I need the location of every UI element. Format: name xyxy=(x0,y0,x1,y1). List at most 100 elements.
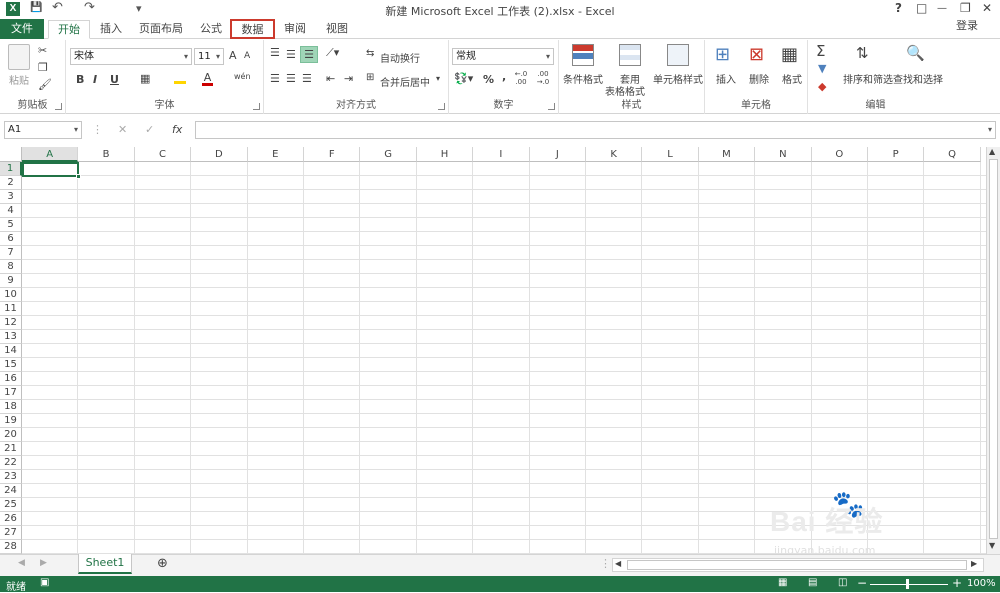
orientation-icon[interactable]: ⟋▾ xyxy=(326,46,339,60)
column-header[interactable]: A xyxy=(22,147,79,162)
row-header[interactable]: 10 xyxy=(0,288,22,302)
login-link[interactable]: 登录 xyxy=(950,17,984,36)
zoom-in-icon[interactable]: + xyxy=(952,576,962,590)
wrap-text-icon[interactable]: ⇆ xyxy=(366,48,374,59)
scroll-right-icon[interactable]: ▶ xyxy=(971,559,977,568)
font-name-select[interactable]: 宋体 ▾ xyxy=(70,48,192,65)
column-header[interactable]: L xyxy=(642,147,699,162)
column-header[interactable]: O xyxy=(811,147,868,162)
increase-indent-icon[interactable]: ⇥ xyxy=(344,72,353,85)
border-icon[interactable]: ▦ xyxy=(140,72,150,85)
column-header[interactable]: B xyxy=(78,147,135,162)
zoom-slider[interactable] xyxy=(870,584,948,585)
insert-cells-button[interactable]: 插入 xyxy=(716,71,736,86)
scroll-up-icon[interactable]: ▲ xyxy=(989,147,995,156)
cut-icon[interactable]: ✂ xyxy=(38,44,47,57)
row-header[interactable]: 14 xyxy=(0,344,22,358)
alignment-launcher[interactable] xyxy=(438,103,445,110)
tab-insert[interactable]: 插入 xyxy=(92,20,130,39)
increase-decimal-button[interactable]: ←.0 .00 xyxy=(511,70,531,86)
help-button[interactable]: ? xyxy=(895,1,902,15)
wrap-text-button[interactable]: 自动换行 xyxy=(380,50,420,65)
row-header[interactable]: 22 xyxy=(0,456,22,470)
insert-function-button[interactable]: fx xyxy=(172,123,182,136)
font-color-button[interactable]: A xyxy=(202,72,213,86)
align-right-icon[interactable]: ☰ xyxy=(302,72,312,85)
macro-record-icon[interactable]: ▣ xyxy=(40,577,49,588)
conditional-format-button[interactable]: 条件格式 xyxy=(563,71,603,86)
ribbon-display-button[interactable]: □ xyxy=(916,1,927,15)
percent-button[interactable]: % xyxy=(483,73,494,86)
paste-button[interactable]: 粘贴 xyxy=(9,72,29,87)
number-launcher[interactable] xyxy=(548,103,555,110)
row-header[interactable]: 6 xyxy=(0,232,22,246)
row-header[interactable]: 9 xyxy=(0,274,22,288)
delete-cells-button[interactable]: 删除 xyxy=(749,71,769,86)
close-button[interactable]: ✕ xyxy=(982,1,992,15)
number-format-select[interactable]: 常规 ▾ xyxy=(452,48,554,65)
zoom-out-icon[interactable]: − xyxy=(857,576,867,590)
align-center-icon[interactable]: ☰ xyxy=(286,72,296,85)
column-header[interactable]: G xyxy=(360,147,417,162)
find-select-button[interactable]: 查找和选择 xyxy=(893,71,943,86)
row-header[interactable]: 11 xyxy=(0,302,22,316)
cell-styles-button[interactable]: 单元格样式 xyxy=(653,71,703,86)
paste-icon[interactable] xyxy=(8,44,30,70)
column-header[interactable]: Q xyxy=(924,147,981,162)
row-header[interactable]: 2 xyxy=(0,176,22,190)
vertical-scrollbar[interactable]: ▲ ▼ xyxy=(986,147,1000,554)
row-header[interactable]: 4 xyxy=(0,204,22,218)
sort-filter-icon[interactable]: ⇅ xyxy=(856,44,869,62)
underline-button[interactable]: U xyxy=(110,73,119,86)
align-left-icon[interactable]: ☰ xyxy=(270,72,280,85)
tab-split-icon[interactable]: ⋮ xyxy=(600,557,611,570)
column-header[interactable]: K xyxy=(586,147,643,162)
tab-formulas[interactable]: 公式 xyxy=(192,20,230,39)
tab-page-layout[interactable]: 页面布局 xyxy=(134,20,188,39)
horizontal-scroll-thumb[interactable] xyxy=(627,560,967,570)
delete-cells-icon[interactable]: ⊠ xyxy=(749,44,764,65)
add-sheet-icon[interactable]: ⊕ xyxy=(157,556,168,571)
font-launcher[interactable] xyxy=(253,103,260,110)
sheet-tab[interactable]: Sheet1 xyxy=(78,554,132,574)
column-header[interactable]: E xyxy=(247,147,304,162)
scroll-left-icon[interactable]: ◀ xyxy=(615,559,621,568)
row-header[interactable]: 17 xyxy=(0,386,22,400)
accounting-icon[interactable]: 💱▾ xyxy=(454,72,473,85)
row-header[interactable]: 12 xyxy=(0,316,22,330)
comma-button[interactable]: , xyxy=(502,70,506,83)
column-header[interactable]: N xyxy=(755,147,812,162)
active-cell[interactable] xyxy=(22,162,79,177)
align-top-icon[interactable]: ☰ xyxy=(270,46,280,59)
fill-icon[interactable]: ▼ xyxy=(818,62,826,75)
row-header[interactable]: 18 xyxy=(0,400,22,414)
column-header[interactable]: H xyxy=(416,147,474,162)
row-header[interactable]: 16 xyxy=(0,372,22,386)
merge-dropdown-icon[interactable]: ▾ xyxy=(436,74,440,83)
tab-home[interactable]: 开始 xyxy=(48,20,90,39)
format-cells-icon[interactable]: ▦ xyxy=(781,44,798,65)
fill-handle[interactable] xyxy=(76,174,81,179)
column-header[interactable]: J xyxy=(529,147,586,162)
column-header[interactable]: M xyxy=(698,147,756,162)
grow-font-button[interactable]: A xyxy=(229,49,237,62)
fill-color-icon[interactable] xyxy=(174,74,186,84)
row-header[interactable]: 26 xyxy=(0,512,22,526)
horizontal-scrollbar[interactable]: ◀ ▶ xyxy=(612,558,984,572)
tab-data[interactable]: 数据 xyxy=(230,19,275,39)
column-header[interactable]: I xyxy=(473,147,530,162)
column-header[interactable]: F xyxy=(304,147,361,162)
decrease-indent-icon[interactable]: ⇤ xyxy=(326,72,335,85)
maximize-button[interactable]: ❐ xyxy=(960,1,971,15)
column-header[interactable]: C xyxy=(134,147,192,162)
enter-button[interactable]: ✓ xyxy=(145,123,154,136)
italic-button[interactable]: I xyxy=(93,73,97,86)
page-layout-view-icon[interactable]: ▤ xyxy=(808,577,817,588)
format-table-icon[interactable] xyxy=(619,44,641,66)
name-box[interactable]: A1 ▾ xyxy=(4,121,82,139)
zoom-level[interactable]: 100% xyxy=(967,578,996,589)
column-header[interactable]: P xyxy=(868,147,925,162)
cancel-button[interactable]: ✕ xyxy=(118,123,127,136)
column-header[interactable]: D xyxy=(191,147,248,162)
sort-filter-button[interactable]: 排序和筛选 xyxy=(843,71,893,86)
